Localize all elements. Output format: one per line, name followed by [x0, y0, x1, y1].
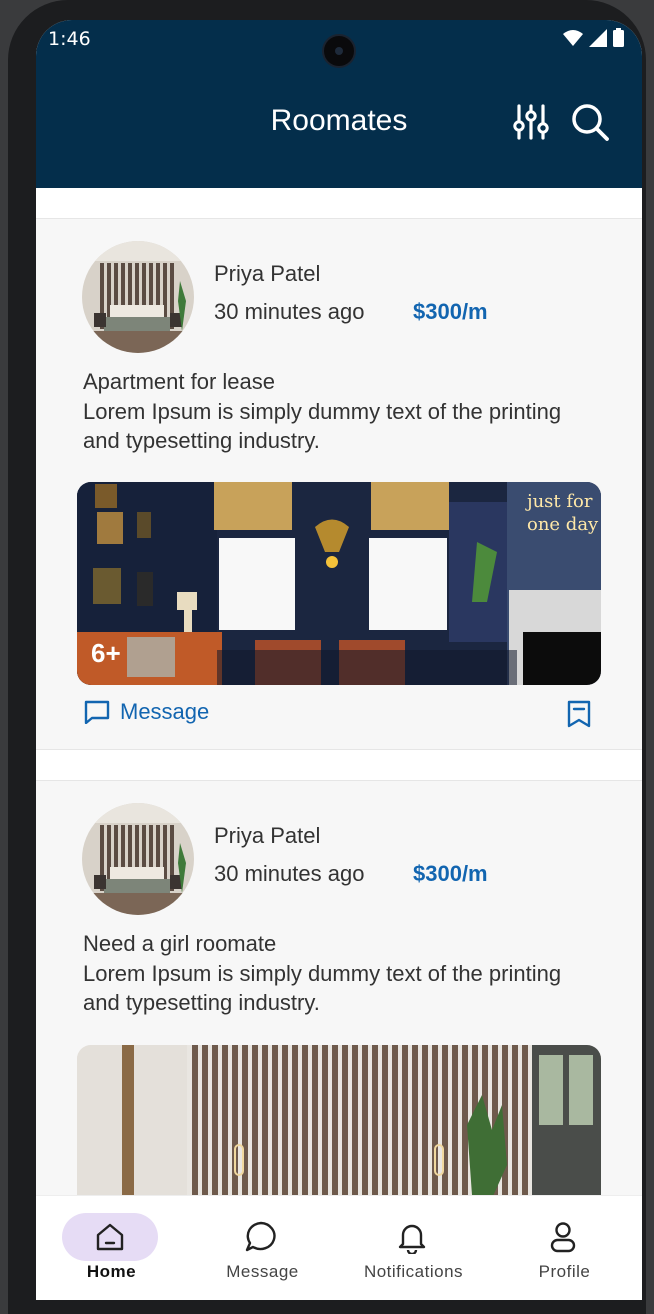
search-icon[interactable]: [570, 102, 610, 142]
post-description: Lorem Ipsum is simply dummy text of the …: [83, 961, 562, 1015]
post-card[interactable]: Priya Patel 30 minutes ago $300/m Apartm…: [36, 218, 642, 750]
nav-message[interactable]: Message: [187, 1196, 338, 1300]
nav-active-indicator: [62, 1213, 158, 1261]
bedroom-photo: [77, 1045, 601, 1195]
nav-icon-container: [515, 1213, 611, 1261]
feed[interactable]: Priya Patel 30 minutes ago $300/m Apartm…: [36, 188, 642, 1195]
post-title: Apartment for lease: [83, 369, 275, 394]
nav-icon-container: [213, 1213, 309, 1261]
bedroom-photo: [82, 803, 194, 915]
bell-icon: [398, 1224, 426, 1254]
home-icon: [96, 1223, 124, 1251]
post-description: Lorem Ipsum is simply dummy text of the …: [83, 399, 562, 453]
avatar[interactable]: [82, 803, 194, 915]
device-frame: 1:46 Roomates Priya Patel 30 minutes ago…: [8, 0, 646, 1314]
message-button[interactable]: Message: [84, 699, 209, 725]
price-label: $300/m: [413, 861, 488, 886]
sliders-icon[interactable]: [511, 102, 551, 142]
chat-bubble-icon: [245, 1221, 276, 1252]
bottom-navigation: Home Message Notifications Profile: [36, 1195, 642, 1300]
message-label: Message: [120, 699, 210, 724]
svg-text:just for: just for: [525, 491, 593, 512]
post-card[interactable]: Priya Patel 30 minutes ago $300/m Need a…: [36, 780, 642, 1195]
battery-icon: [613, 28, 624, 47]
bookmark-icon[interactable]: [564, 699, 594, 729]
wifi-icon: [563, 29, 583, 46]
nav-label: Profile: [538, 1262, 591, 1281]
photo-count-badge: 6+: [91, 638, 121, 668]
living-room-photo: just for one day: [77, 482, 601, 685]
svg-text:one day: one day: [527, 514, 599, 535]
post-photo[interactable]: [77, 1045, 601, 1195]
page-title: Roomates: [270, 104, 408, 137]
nav-label: Notifications: [363, 1262, 464, 1281]
post-title: Need a girl roomate: [83, 931, 277, 956]
app-bar: 1:46 Roomates: [36, 20, 642, 188]
nav-label: Message: [226, 1262, 299, 1281]
nav-home[interactable]: Home: [36, 1196, 187, 1300]
nav-label: Home: [86, 1262, 137, 1281]
message-square-icon: [84, 700, 110, 724]
signal-icon: [589, 28, 607, 47]
status-icons: [563, 28, 624, 47]
screen: 1:46 Roomates Priya Patel 30 minutes ago…: [36, 20, 642, 1300]
author-name: Priya Patel: [214, 823, 321, 848]
nav-notifications[interactable]: Notifications: [338, 1196, 489, 1300]
post-time: 30 minutes ago: [214, 299, 365, 324]
post-photo[interactable]: just for one day 6+: [77, 482, 601, 685]
bedroom-photo: [82, 241, 194, 353]
post-time: 30 minutes ago: [214, 861, 365, 886]
status-time: 1:46: [48, 28, 91, 50]
avatar[interactable]: [82, 241, 194, 353]
nav-profile[interactable]: Profile: [489, 1196, 640, 1300]
author-name: Priya Patel: [214, 261, 321, 286]
front-camera: [322, 34, 356, 68]
nav-icon-container: [364, 1213, 460, 1261]
person-icon: [550, 1222, 576, 1253]
price-label: $300/m: [413, 299, 488, 324]
